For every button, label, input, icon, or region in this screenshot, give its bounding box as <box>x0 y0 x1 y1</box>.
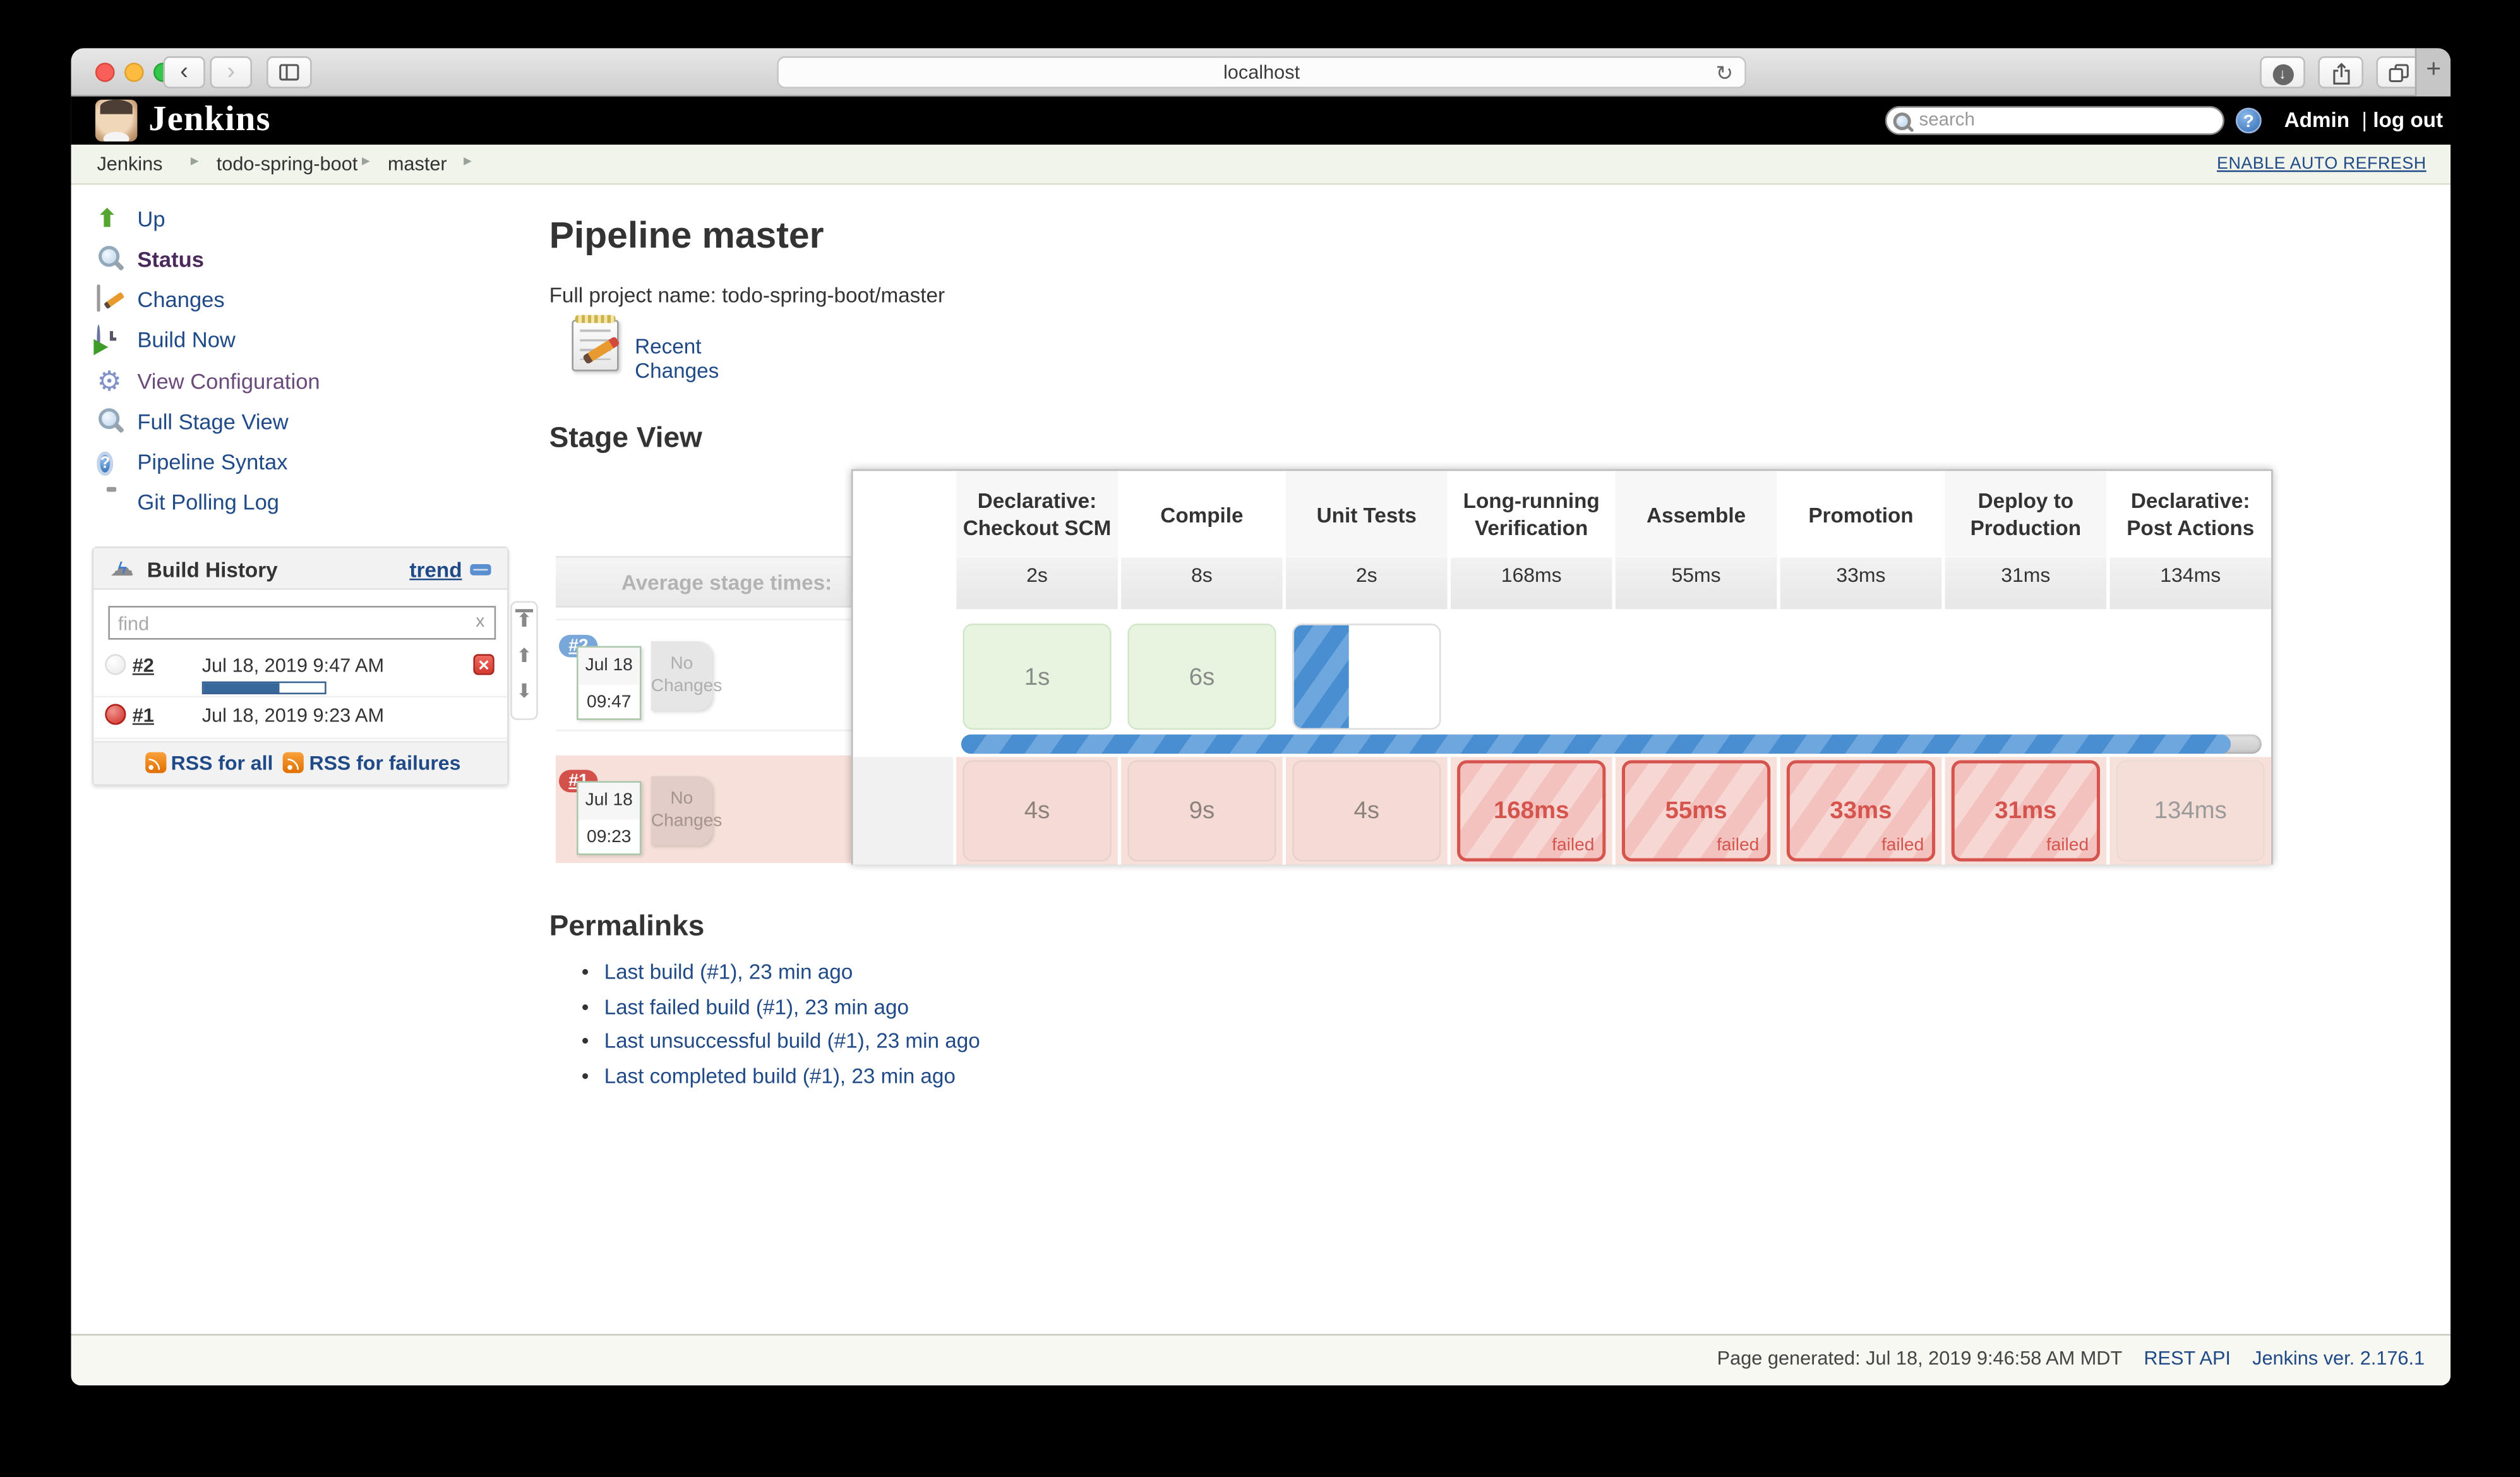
average-cell: 134ms <box>2106 558 2271 609</box>
stage-view-title: Stage View <box>549 421 702 455</box>
stage-view-table: Declarative: Checkout SCM Compile Unit T… <box>851 469 2273 865</box>
stage-cell-failed[interactable]: 168msfailed <box>1448 757 1612 864</box>
breadcrumb-arrow-icon: ▸ <box>464 153 472 171</box>
build-1-date[interactable]: Jul 18 09:23 <box>577 781 641 855</box>
share-icon <box>2330 63 2351 85</box>
build-1-no-changes[interactable]: No Changes <box>651 776 712 845</box>
stage-cell-empty <box>1941 620 2106 733</box>
stage-cell-success[interactable]: 6s <box>1118 620 1283 733</box>
permalink-item[interactable]: Last completed build (#1), 23 min ago <box>549 1063 980 1087</box>
main-area: Pipeline master Full project name: todo-… <box>71 185 2451 1334</box>
search-help-icon[interactable]: ? <box>2236 107 2262 133</box>
build-2-date[interactable]: Jul 18 09:47 <box>577 646 641 720</box>
logout-link[interactable]: log out <box>2373 107 2443 131</box>
stage-header: Declarative: Checkout SCM <box>953 471 1118 557</box>
average-cell: 31ms <box>1941 558 2106 609</box>
browser-forward-button[interactable]: › <box>210 56 252 88</box>
browser-window: ‹ › localhost ↻ ↓ <box>71 48 2451 1385</box>
permalinks-title: Permalinks <box>549 910 705 943</box>
address-bar[interactable]: localhost ↻ <box>777 56 1746 88</box>
stage-header: Promotion <box>1777 471 1941 557</box>
full-project-name: Full project name: todo-spring-boot/mast… <box>549 283 945 307</box>
running-stripes <box>1294 625 1349 728</box>
reload-icon[interactable]: ↻ <box>1716 58 1734 88</box>
stage-cell-running[interactable] <box>1283 620 1448 733</box>
browser-titlebar: ‹ › localhost ↻ ↓ <box>71 48 2451 96</box>
url-text: localhost <box>1223 61 1300 84</box>
average-cell: 2s <box>1283 558 1448 609</box>
jenkins-header: Jenkins ? Admin | log out <box>71 97 2451 145</box>
stage-cell-empty <box>2106 620 2271 733</box>
close-window-button[interactable] <box>95 63 115 82</box>
average-cell: 168ms <box>1448 558 1612 609</box>
page-title: Pipeline master <box>549 214 824 257</box>
stage-cell-empty <box>1777 620 1941 733</box>
stage-cell-empty <box>1448 620 1612 733</box>
breadcrumb-jenkins[interactable]: Jenkins <box>97 153 162 176</box>
permalink-item[interactable]: Last unsuccessful build (#1), 23 min ago <box>549 1028 980 1052</box>
new-tab-button[interactable]: + <box>2415 48 2451 96</box>
average-cell: 8s <box>1118 558 1283 609</box>
sidebar-icon <box>278 63 301 82</box>
jenkins-logo[interactable] <box>95 100 138 142</box>
breadcrumb-branch[interactable]: master <box>388 153 447 176</box>
page-content: ⬆ Up Status Changes Build Now ⚙ View Con… <box>71 185 2451 1334</box>
jenkins-footer: Page generated: Jul 18, 2019 9:46:58 AM … <box>71 1334 2451 1385</box>
build-1-stage-row: 4s 9s 4s 168msfailed 55msfailed 33msfail… <box>853 757 2271 864</box>
stage-header: Long-running Verification <box>1448 471 1612 557</box>
pipeline-progress-bar <box>961 735 2262 754</box>
stage-cell-failed[interactable]: 55msfailed <box>1612 757 1777 864</box>
stage-cell-empty <box>1612 620 1777 733</box>
stage-header: Compile <box>1118 471 1283 557</box>
header-divider: | <box>2361 107 2367 131</box>
stage-cell-success[interactable]: 1s <box>953 620 1118 733</box>
average-times-row: 2s 8s 2s 168ms 55ms 33ms 31ms 134ms <box>853 558 2271 609</box>
downloads-button[interactable]: ↓ <box>2260 56 2305 88</box>
stage-header-row: Declarative: Checkout SCM Compile Unit T… <box>853 471 2271 557</box>
stage-cell-done[interactable]: 4s <box>953 757 1118 864</box>
stage-cell-dim[interactable]: 134ms <box>2106 757 2271 864</box>
stage-cell-failed[interactable]: 33msfailed <box>1777 757 1941 864</box>
breadcrumb-arrow-icon: ▸ <box>191 153 199 171</box>
stage-cell-done[interactable]: 9s <box>1118 757 1283 864</box>
breadcrumb-arrow-icon: ▸ <box>362 153 370 171</box>
jenkins-brand[interactable]: Jenkins <box>148 98 271 140</box>
breadcrumb-project[interactable]: todo-spring-boot <box>217 153 358 176</box>
jenkins-version-link[interactable]: Jenkins ver. 2.176.1 <box>2252 1347 2425 1370</box>
build-2-stage-row: 1s 6s <box>853 620 2271 733</box>
stage-header: Declarative: Post Actions <box>2106 471 2271 557</box>
download-icon: ↓ <box>2272 64 2293 85</box>
sidebar-toggle-button[interactable] <box>267 56 312 88</box>
build-2-no-changes[interactable]: No Changes <box>651 641 712 710</box>
pipeline-progress-fill <box>961 735 2231 754</box>
average-cell: 55ms <box>1612 558 1777 609</box>
stage-header: Deploy to Production <box>1941 471 2106 557</box>
user-link[interactable]: Admin <box>2284 107 2349 131</box>
search-box[interactable] <box>1885 106 2224 135</box>
average-cell: 2s <box>953 558 1118 609</box>
search-input[interactable] <box>1919 109 2210 132</box>
stage-header: Unit Tests <box>1283 471 1448 557</box>
average-cell: 33ms <box>1777 558 1941 609</box>
breadcrumb: Jenkins ▸ todo-spring-boot ▸ master ▸ EN… <box>71 145 2451 185</box>
desktop: ‹ › localhost ↻ ↓ <box>0 0 2520 1477</box>
stage-cell-failed[interactable]: 31msfailed <box>1941 757 2106 864</box>
stage-cell-done[interactable]: 4s <box>1283 757 1448 864</box>
permalink-item[interactable]: Last failed build (#1), 23 min ago <box>549 994 980 1018</box>
enable-auto-refresh-link[interactable]: ENABLE AUTO REFRESH <box>2217 154 2427 174</box>
page-generated-text: Page generated: Jul 18, 2019 9:46:58 AM … <box>1717 1347 2123 1370</box>
average-stage-times-label: Average stage times: <box>556 570 832 594</box>
tabs-icon <box>2387 63 2410 83</box>
browser-back-button[interactable]: ‹ <box>163 56 205 88</box>
recent-changes-link[interactable]: Recent Changes <box>635 334 719 382</box>
permalink-item[interactable]: Last build (#1), 23 min ago <box>549 960 980 984</box>
share-button[interactable] <box>2318 56 2363 88</box>
rest-api-link[interactable]: REST API <box>2144 1347 2231 1370</box>
search-icon <box>1893 112 1913 132</box>
permalinks-list: Last build (#1), 23 min ago Last failed … <box>549 960 980 1098</box>
minimize-window-button[interactable] <box>124 63 144 82</box>
stage-header: Assemble <box>1612 471 1777 557</box>
